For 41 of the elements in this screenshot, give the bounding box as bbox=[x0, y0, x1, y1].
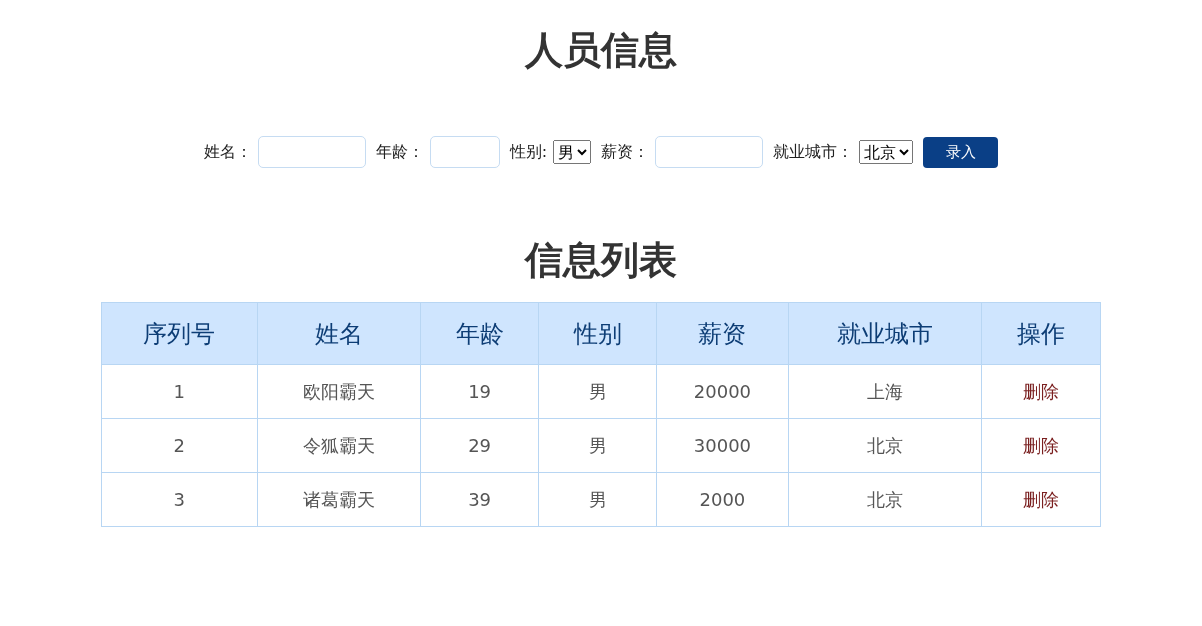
table-cell: 男 bbox=[538, 418, 657, 473]
table-cell: 诸葛霸天 bbox=[257, 472, 421, 527]
section-title: 信息列表 bbox=[525, 237, 677, 284]
column-header: 性别 bbox=[538, 302, 657, 365]
table-cell: 男 bbox=[538, 472, 657, 527]
field-label: 性别: bbox=[509, 141, 548, 163]
field-label: 薪资： bbox=[601, 141, 650, 163]
field-label: 姓名： bbox=[203, 141, 252, 163]
column-header: 薪资 bbox=[656, 302, 789, 365]
column-header: 年龄 bbox=[420, 302, 539, 365]
table-cell: 1 bbox=[101, 364, 257, 419]
delete-link[interactable]: 删除 bbox=[1023, 434, 1060, 456]
text-field[interactable] bbox=[257, 136, 366, 168]
submit-button[interactable]: 录入 bbox=[923, 136, 999, 168]
column-header: 序列号 bbox=[101, 302, 257, 365]
dropdown[interactable]: 男 bbox=[553, 140, 592, 164]
table-cell: 令狐霸天 bbox=[257, 418, 421, 473]
column-header: 就业城市 bbox=[788, 302, 982, 365]
text-field[interactable] bbox=[655, 136, 764, 168]
table-cell: 20000 bbox=[656, 364, 789, 419]
table-cell: 男 bbox=[538, 364, 657, 419]
delete-link[interactable]: 删除 bbox=[1023, 380, 1060, 402]
table-cell: 19 bbox=[420, 364, 539, 419]
table-cell: 30000 bbox=[656, 418, 789, 473]
table-cell: 北京 bbox=[788, 418, 982, 473]
column-header: 操作 bbox=[981, 302, 1101, 365]
page-title: 人员信息 bbox=[525, 27, 677, 74]
dropdown[interactable]: 北京 bbox=[859, 140, 914, 164]
table-cell: 2000 bbox=[656, 472, 789, 527]
table-cell: 欧阳霸天 bbox=[257, 364, 421, 419]
table-cell: 39 bbox=[420, 472, 539, 527]
table-cell: 2 bbox=[101, 418, 257, 473]
delete-link[interactable]: 删除 bbox=[1023, 488, 1060, 510]
table-cell: 北京 bbox=[788, 472, 982, 527]
field-label: 就业城市： bbox=[773, 141, 854, 163]
column-header: 姓名 bbox=[257, 302, 421, 365]
field-label: 年龄： bbox=[375, 141, 424, 163]
table-cell: 29 bbox=[420, 418, 539, 473]
text-field[interactable] bbox=[429, 136, 500, 168]
table-cell: 上海 bbox=[788, 364, 982, 419]
table-cell: 3 bbox=[101, 472, 257, 527]
